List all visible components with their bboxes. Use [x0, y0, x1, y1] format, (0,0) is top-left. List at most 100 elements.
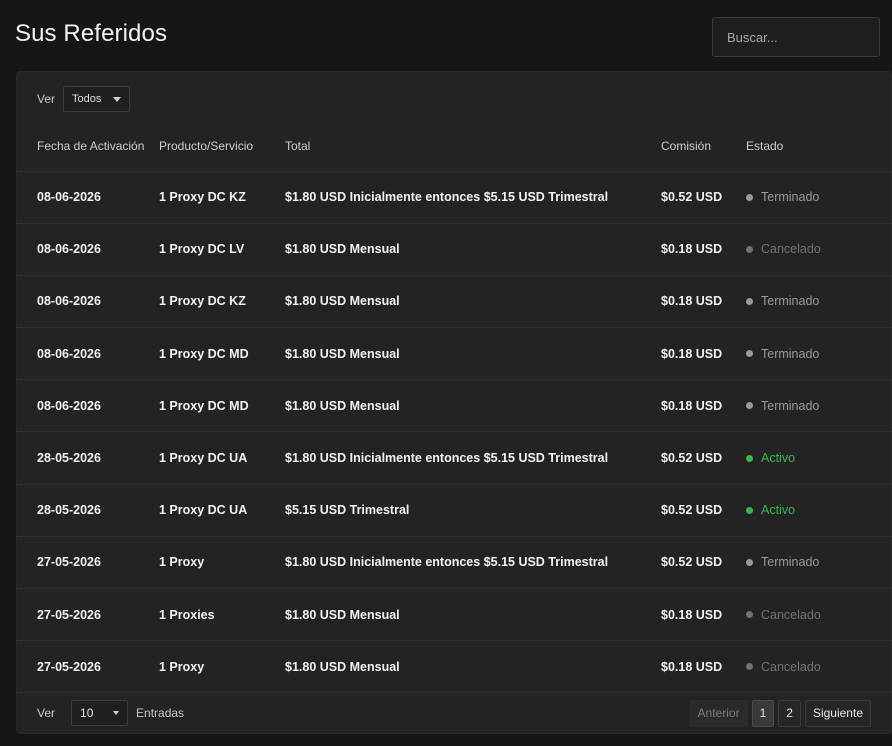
status-dot-icon [746, 402, 753, 410]
status-label: Terminado [761, 190, 820, 205]
status-badge: Activo [746, 503, 891, 517]
cell-date: 08-06-2026 [17, 327, 159, 381]
cell-date: 27-05-2026 [17, 588, 159, 642]
cell-date: 08-06-2026 [17, 275, 159, 329]
page-length-select[interactable]: 10 [71, 700, 129, 726]
status-badge: Terminado [746, 294, 891, 308]
cell-product: 1 Proxy DC LV [159, 223, 285, 276]
table-row: 27-05-2026 1 Proxy $1.80 USD Mensual $0.18 … [17, 640, 891, 694]
table-row: 08-06-2026 1 Proxy DC MD $1.80 USD Mensual… [17, 379, 891, 433]
cell-commission: $0.18 USD [661, 223, 746, 276]
status-dot-icon [746, 193, 753, 201]
cell-status: Activo [746, 484, 891, 537]
cell-status: Cancelado [746, 640, 891, 694]
status-label: Activo [761, 451, 796, 466]
status-dot-icon [746, 558, 753, 566]
chevron-down-icon [113, 96, 122, 102]
status-label: Cancelado [761, 659, 821, 674]
status-dot-icon [746, 506, 753, 514]
cell-product: 1 Proxy DC MD [159, 327, 285, 381]
status-label: Terminado [761, 398, 820, 413]
page-length-control: Ver 10 Entradas [37, 700, 184, 726]
cell-commission: $0.52 USD [661, 484, 746, 537]
status-label: Terminado [761, 346, 820, 361]
status-filter: Ver Todos [37, 86, 131, 112]
cell-commission: $0.18 USD [661, 640, 746, 694]
cell-status: Terminado [746, 327, 891, 381]
status-dot-icon [746, 611, 753, 619]
cell-commission: $0.18 USD [661, 275, 746, 329]
cell-status: Terminado [746, 536, 891, 590]
cell-commission: $0.52 USD [661, 536, 746, 590]
status-dot-icon [746, 663, 753, 671]
status-dot-icon [746, 350, 753, 358]
cell-product: 1 Proxy [159, 640, 285, 694]
page-title: Sus Referidos [15, 20, 168, 47]
cell-date: 28-05-2026 [17, 484, 159, 537]
status-badge: Terminado [746, 399, 891, 413]
status-badge: Cancelado [746, 660, 891, 674]
cell-status: Terminado [746, 275, 891, 329]
column-header-status[interactable]: Estado [746, 122, 891, 172]
cell-commission: $0.52 USD [661, 431, 746, 485]
status-filter-value: Todos [72, 93, 102, 105]
cell-status: Cancelado [746, 223, 891, 276]
cell-product: 1 Proxy DC UA [159, 431, 285, 485]
cell-total: $1.80 USD Inicialmente entonces $5.15 US… [285, 536, 661, 590]
search-input[interactable] [712, 17, 880, 57]
column-header-total[interactable]: Total [285, 122, 661, 172]
status-badge: Activo [746, 451, 891, 465]
table-row: 08-06-2026 1 Proxy DC LV $1.80 USD Mensual… [17, 223, 891, 276]
column-header-product[interactable]: Producto/Servicio [159, 122, 285, 172]
table-row: 08-06-2026 1 Proxy DC MD $1.80 USD Mensual… [17, 327, 891, 381]
status-badge: Terminado [746, 555, 891, 569]
page-length-value: 10 [80, 706, 94, 720]
cell-total: $1.80 USD Mensual [285, 275, 661, 329]
cell-commission: $0.18 USD [661, 327, 746, 381]
cell-total: $1.80 USD Inicialmente entonces $5.15 US… [285, 171, 661, 224]
status-label: Activo [761, 503, 796, 518]
cell-date: 08-06-2026 [17, 379, 159, 433]
cell-status: Cancelado [746, 588, 891, 642]
status-label: Terminado [761, 555, 820, 570]
status-label: Terminado [761, 294, 820, 309]
cell-total: $5.15 USD Trimestral [285, 484, 661, 537]
table-row: 08-06-2026 1 Proxy DC KZ $1.80 USD Inicial… [17, 171, 891, 224]
cell-product: 1 Proxy DC KZ [159, 171, 285, 224]
cell-product: 1 Proxy [159, 536, 285, 590]
filter-label: Ver [37, 92, 56, 106]
cell-commission: $0.18 USD [661, 379, 746, 433]
page-length-label: Ver [37, 706, 56, 720]
cell-total: $1.80 USD Inicialmente entonces $5.15 US… [285, 431, 661, 485]
cell-date: 27-05-2026 [17, 640, 159, 694]
pagination: Anterior 1 2 Siguiente [689, 699, 871, 727]
page-button-1[interactable]: 1 [751, 699, 775, 727]
entries-label: Entradas [136, 706, 185, 720]
previous-page-button[interactable]: Anterior [689, 699, 748, 727]
next-page-button[interactable]: Siguiente [804, 699, 871, 727]
status-filter-select[interactable]: Todos [63, 86, 131, 112]
cell-total: $1.80 USD Mensual [285, 223, 661, 276]
cell-product: 1 Proxy DC KZ [159, 275, 285, 329]
column-header-commission[interactable]: Comisión [661, 122, 746, 172]
referrals-panel: Ver Todos Fecha de Activación Producto/S… [16, 71, 892, 734]
cell-date: 28-05-2026 [17, 431, 159, 485]
cell-product: 1 Proxies [159, 588, 285, 642]
cell-total: $1.80 USD Mensual [285, 379, 661, 433]
page-button-2[interactable]: 2 [778, 699, 801, 727]
status-label: Cancelado [761, 242, 821, 257]
column-header-date[interactable]: Fecha de Activación [17, 122, 159, 172]
status-badge: Terminado [746, 347, 891, 361]
status-label: Cancelado [761, 607, 821, 622]
cell-total: $1.80 USD Mensual [285, 588, 661, 642]
cell-total: $1.80 USD Mensual [285, 327, 661, 381]
status-badge: Terminado [746, 190, 891, 204]
table-row: 28-05-2026 1 Proxy DC UA $1.80 USD Inicial… [17, 431, 891, 485]
cell-date: 27-05-2026 [17, 536, 159, 590]
cell-status: Terminado [746, 171, 891, 224]
cell-status: Activo [746, 431, 891, 485]
status-dot-icon [746, 245, 753, 253]
status-badge: Cancelado [746, 242, 891, 256]
table-row: 08-06-2026 1 Proxy DC KZ $1.80 USD Mensual… [17, 275, 891, 329]
table-row: 27-05-2026 1 Proxy $1.80 USD Inicialmente … [17, 536, 891, 590]
